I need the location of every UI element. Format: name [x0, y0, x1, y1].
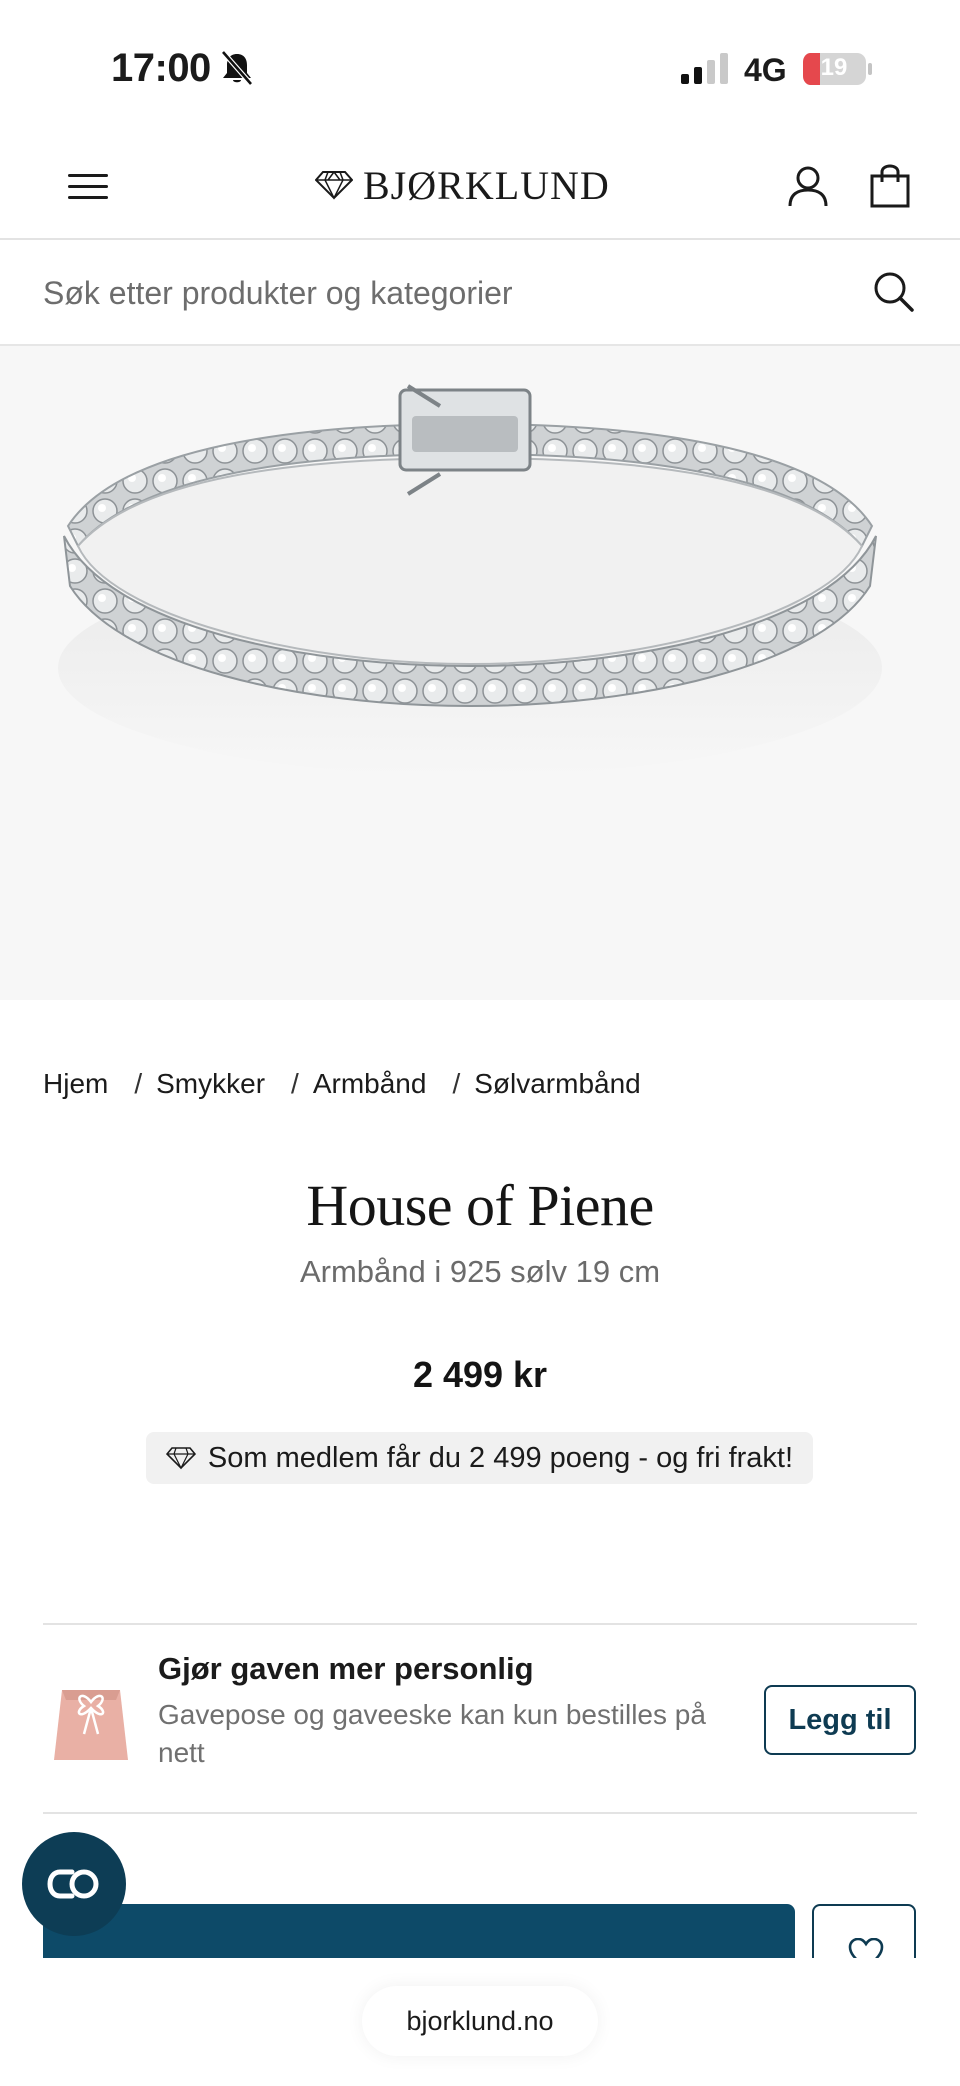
network-label: 4G [744, 52, 787, 88]
breadcrumb-separator: / [134, 1068, 143, 1099]
add-gift-wrap-button[interactable]: Legg til [764, 1685, 916, 1755]
gift-bag-icon [54, 1690, 128, 1760]
search-icon[interactable] [872, 270, 916, 314]
url-text: bjorklund.no [406, 2005, 554, 2036]
breadcrumb-item-armband[interactable]: Armbånd [313, 1068, 427, 1100]
battery-level: 19 [820, 54, 848, 81]
bell-slash-icon [221, 50, 253, 86]
address-bar[interactable]: bjorklund.no [362, 1986, 598, 2056]
search-input[interactable] [43, 268, 843, 318]
breadcrumb-separator: / [452, 1068, 461, 1099]
cellular-signal-icon [681, 53, 728, 84]
gift-description: Gavepose og gaveeske kan kun bestilles p… [158, 1699, 706, 1768]
gift-title: Gjør gaven mer personlig [158, 1651, 534, 1686]
product-subtitle: Armbånd i 925 sølv 19 cm [299, 1254, 661, 1289]
product-price: 2 499 kr [412, 1354, 548, 1395]
member-points-badge: Som medlem får du 2 499 poeng - og fri f… [146, 1432, 813, 1484]
product-brand[interactable]: House of Piene [0, 1172, 960, 1239]
breadcrumb-item-hjem[interactable]: Hjem [43, 1068, 108, 1100]
bracelet-image [58, 384, 882, 776]
divider [43, 1812, 917, 1814]
site-header: BJØRKLUND [0, 130, 960, 240]
brand-logo[interactable]: BJØRKLUND [315, 160, 610, 210]
browser-bottom-bar: bjorklund.no [0, 1958, 960, 2086]
user-icon[interactable] [786, 164, 830, 208]
brand-name: BJØRKLUND [363, 162, 610, 208]
diamond-logo-icon [315, 171, 353, 200]
chat-button[interactable] [22, 1832, 126, 1936]
member-points-text: Som medlem får du 2 499 poeng - og fri f… [207, 1441, 794, 1474]
divider [43, 1623, 917, 1625]
chat-icon [47, 1869, 99, 1899]
shopping-bag-icon[interactable] [868, 162, 912, 208]
status-bar: 17:00 4G 19 [0, 0, 960, 130]
status-time: 17:00 [111, 46, 211, 90]
breadcrumb-item-solvarmband[interactable]: Sølvarmbånd [474, 1068, 641, 1100]
breadcrumb-separator: / [291, 1068, 299, 1099]
product-image[interactable] [0, 346, 960, 1000]
breadcrumb-item-smykker[interactable]: Smykker [156, 1068, 265, 1100]
menu-icon[interactable] [62, 166, 114, 206]
diamond-icon [165, 1447, 196, 1470]
breadcrumb: Hjem / Smykker / Armbånd / Sølvarmbånd [43, 1068, 641, 1100]
search-bar [0, 240, 960, 346]
